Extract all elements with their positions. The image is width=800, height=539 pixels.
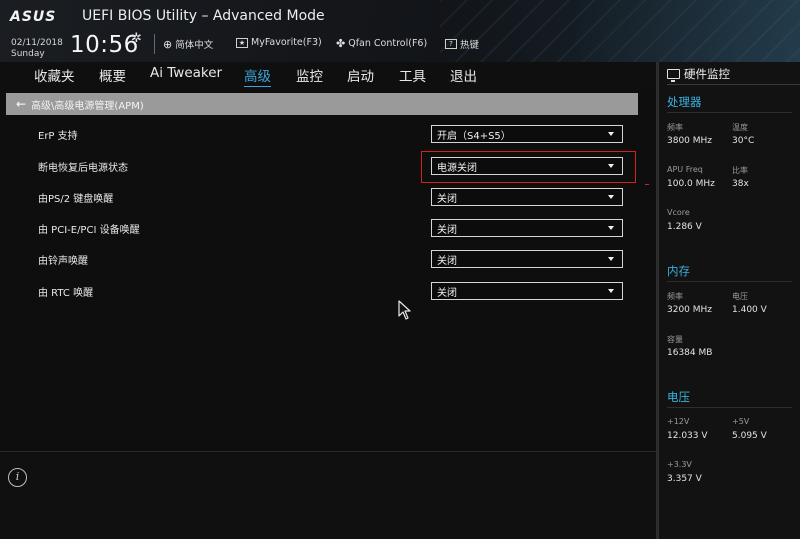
pcie-wake-select[interactable]: 关闭 [431,219,623,237]
language-label: 简体中文 [175,40,214,51]
ratio-value: 38x [732,179,749,189]
monitor-icon [667,69,680,82]
apu-freq-value: 100.0 MHz [667,179,715,189]
setting-label-erp: ErP 支持 [38,131,78,142]
v33-label: +3.3V [667,460,692,469]
cpu-section-line [667,112,792,113]
tab-main[interactable]: 概要 [99,65,126,85]
memory-freq-label: 频率 [667,292,683,301]
hotkey-label: 热键 [460,40,480,51]
setting-label-pcie-wake: 由 PCI-E/PCI 设备唤醒 [38,225,140,236]
header-separator [154,34,155,54]
setting-label-rtc-wake: 由 RTC 唤醒 [38,288,94,299]
cpu-temp-label: 温度 [732,123,748,132]
hardware-monitor-panel: 硬件监控 处理器 频率 温度 3800 MHz 30°C APU Freq 比率… [659,62,800,539]
pcie-wake-value: 关闭 [437,224,457,236]
header-decoration [440,0,800,62]
chevron-down-icon [608,226,614,230]
qfan-control-button[interactable]: ✤ Qfan Control(F6) [336,37,427,50]
annotation-mark [645,184,649,185]
hotkey-button[interactable]: ? 热键 [445,37,479,51]
tab-monitor[interactable]: 监控 [296,65,323,85]
memory-volt-label: 电压 [732,292,748,301]
cpu-freq-label: 频率 [667,123,683,132]
tab-boot[interactable]: 启动 [347,65,374,85]
fan-icon: ✤ [336,37,346,50]
cpu-freq-value: 3800 MHz [667,136,713,146]
mouse-pointer-icon [398,300,411,320]
cpu-section-title: 处理器 [667,95,702,109]
v12-label: +12V [667,417,690,426]
ps2-wake-value: 关闭 [437,193,457,205]
v33-value: 3.357 V [667,474,702,484]
myfavorite-button[interactable]: ★ MyFavorite(F3) [236,37,322,48]
asus-logo: ASUS [10,9,57,25]
main-tabs: 收藏夹 概要 Ai Tweaker 高级 监控 启动 工具 退出 [0,62,658,90]
monitor-header-line [667,84,800,85]
erp-select[interactable]: 开启（S4+S5） [431,125,623,143]
memory-volt-value: 1.400 V [732,305,767,315]
app-title: UEFI BIOS Utility – Advanced Mode [82,8,325,24]
cpu-temp-value: 30°C [732,136,755,146]
setting-label-ring-wake: 由铃声唤醒 [38,256,88,267]
chevron-down-icon [608,289,614,293]
ps2-wake-select[interactable]: 关闭 [431,188,623,206]
apu-freq-label: APU Freq [667,165,703,174]
rtc-wake-value: 关闭 [437,287,457,299]
date-text: 02/11/2018 [11,38,63,48]
memory-capacity-label: 容量 [667,335,683,344]
setting-label-restore-ac-power: 断电恢复后电源状态 [38,163,128,174]
tab-ai-tweaker[interactable]: Ai Tweaker [150,65,222,81]
ring-wake-value: 关闭 [437,255,457,267]
memory-capacity-value: 16384 MB [667,348,713,358]
qfan-label: Qfan Control(F6) [348,38,428,49]
info-icon: i [8,468,27,487]
tab-tool[interactable]: 工具 [399,65,426,85]
setting-label-ps2-wake: 由PS/2 键盘唤醒 [38,194,114,205]
monitor-title-text: 硬件监控 [684,67,730,81]
clock-settings-icon[interactable]: ✲ [131,31,142,46]
hardware-monitor-title: 硬件监控 [667,66,730,82]
back-arrow-icon[interactable]: ← [16,97,26,111]
hotkey-icon: ? [445,39,457,49]
chevron-down-icon [608,257,614,261]
breadcrumb-path: 高级\高级电源管理(APM) [31,100,144,112]
voltage-section-title: 电压 [667,390,690,404]
language-button[interactable]: ⊕ 简体中文 [163,37,214,52]
clock-time: 10:56 [70,32,139,58]
v5-label: +5V [732,417,750,426]
voltage-section-line [667,407,792,408]
rtc-wake-select[interactable]: 关闭 [431,282,623,300]
myfavorite-label: MyFavorite(F3) [251,37,322,48]
memory-section-line [667,281,792,282]
tab-exit[interactable]: 退出 [450,65,477,85]
tab-favorites[interactable]: 收藏夹 [34,65,75,85]
memory-section-title: 内存 [667,264,690,278]
chevron-down-icon [608,195,614,199]
title-bar: ASUS UEFI BIOS Utility – Advanced Mode 0… [0,0,800,62]
chevron-down-icon [608,132,614,136]
selection-highlight-box [421,151,636,183]
tab-advanced[interactable]: 高级 [244,65,271,87]
globe-icon: ⊕ [163,37,173,51]
vcore-label: Vcore [667,208,690,217]
v5-value: 5.095 V [732,431,767,441]
favorite-icon: ★ [236,37,248,48]
ring-wake-select[interactable]: 关闭 [431,250,623,268]
breadcrumb[interactable]: ← 高级\高级电源管理(APM) [6,93,638,115]
day-text: Sunday [11,49,45,59]
memory-freq-value: 3200 MHz [667,305,713,315]
ratio-label: 比率 [732,166,748,175]
date-display: 02/11/2018 Sunday [11,38,63,60]
help-description-panel: i [0,452,658,539]
erp-value: 开启（S4+S5） [437,130,511,142]
v12-value: 12.033 V [667,431,708,441]
vcore-value: 1.286 V [667,222,702,232]
